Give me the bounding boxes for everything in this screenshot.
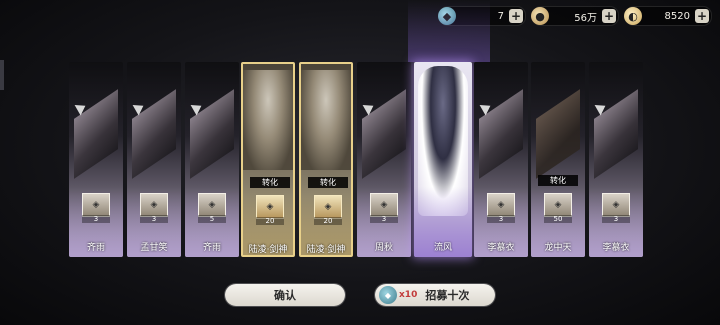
shard-icon: ◈	[314, 195, 342, 219]
shard-count: 20	[314, 217, 342, 225]
confirm-button[interactable]: 确认	[225, 284, 345, 306]
recruit-ten-button[interactable]: ◆ x10 招募十次	[375, 284, 495, 306]
shard-icon: ◈	[198, 193, 226, 217]
hero-name: 流风	[433, 243, 452, 253]
hero-card[interactable]: ◈ 3 齐雨	[69, 62, 123, 257]
coin-count: 56万	[574, 12, 597, 24]
convert-tag: 转化	[308, 177, 348, 188]
recruit-label: 招募十次	[425, 289, 470, 302]
shard-icon: ◈	[82, 193, 110, 217]
jade-icon: ◐	[624, 7, 642, 25]
shard-count: 3	[140, 215, 168, 223]
hero-name: 陆凌·剑神	[306, 245, 346, 255]
shard-count: 5	[198, 215, 226, 223]
hero-name: 李慕衣	[602, 243, 630, 253]
shard-count: 3	[370, 215, 398, 223]
hero-card[interactable]: ◈ 3 孟甘笑	[127, 62, 181, 257]
shard-count: 3	[487, 215, 515, 223]
hero-name: 齐雨	[202, 243, 221, 253]
hero-card-converted[interactable]: 转化 ◈ 20 陆凌·剑神	[241, 62, 295, 257]
add-coin-button[interactable]: +	[602, 9, 616, 23]
shard-icon: ◈	[487, 193, 515, 217]
hero-name: 周秋	[374, 243, 393, 253]
convert-tag: 转化	[538, 175, 578, 186]
add-jade-button[interactable]: +	[695, 9, 709, 23]
shard-count: 20	[256, 217, 284, 225]
hero-card[interactable]: ◈ 3 周秋	[357, 62, 411, 257]
shard-icon: ◈	[602, 193, 630, 217]
hero-name: 龙中天	[544, 243, 572, 253]
shard-icon: ◈	[256, 195, 284, 219]
resource-coin: ● 56万 +	[531, 6, 619, 26]
shard-icon: ◈	[140, 193, 168, 217]
shard-icon: ◈	[370, 193, 398, 217]
hero-name: 齐雨	[86, 243, 105, 253]
hero-card[interactable]: ◈ 3 李慕衣	[589, 62, 643, 257]
hero-name: 陆凌·剑神	[248, 245, 288, 255]
token-icon: ◆	[379, 286, 397, 304]
hero-portrait	[243, 70, 293, 170]
left-edge-marker	[0, 60, 4, 90]
convert-tag: 转化	[250, 177, 290, 188]
recruit-results: ◈ 3 齐雨 ◈ 3 孟甘笑 ◈ 5 齐雨 转化 ◈ 20 陆凌·剑神 转化 ◈…	[69, 62, 652, 257]
resource-jade: ◐ 8520 +	[624, 6, 712, 26]
hero-card[interactable]: ◈ 5 齐雨	[185, 62, 239, 257]
add-token-button[interactable]: +	[509, 9, 523, 23]
hero-card[interactable]: ◈ 3 李慕衣	[474, 62, 528, 257]
coin-icon: ●	[531, 7, 549, 25]
shard-count: 50	[544, 215, 572, 223]
hero-portrait	[301, 70, 351, 170]
shard-icon: ◈	[544, 193, 572, 217]
hero-name: 李慕衣	[487, 243, 515, 253]
confirm-label: 确认	[274, 289, 296, 302]
jade-count: 8520	[664, 10, 690, 22]
featured-glow	[408, 0, 490, 62]
recruit-multiplier: x10	[399, 290, 418, 300]
hero-card-converted[interactable]: 转化 ◈ 20 陆凌·剑神	[299, 62, 353, 257]
portrait-frame	[536, 89, 580, 179]
shard-count: 3	[602, 215, 630, 223]
hero-card-converted[interactable]: 转化 ◈ 50 龙中天	[531, 62, 585, 257]
hero-name: 孟甘笑	[140, 243, 168, 253]
shard-count: 3	[82, 215, 110, 223]
hero-card-featured[interactable]: 流风	[414, 62, 472, 257]
